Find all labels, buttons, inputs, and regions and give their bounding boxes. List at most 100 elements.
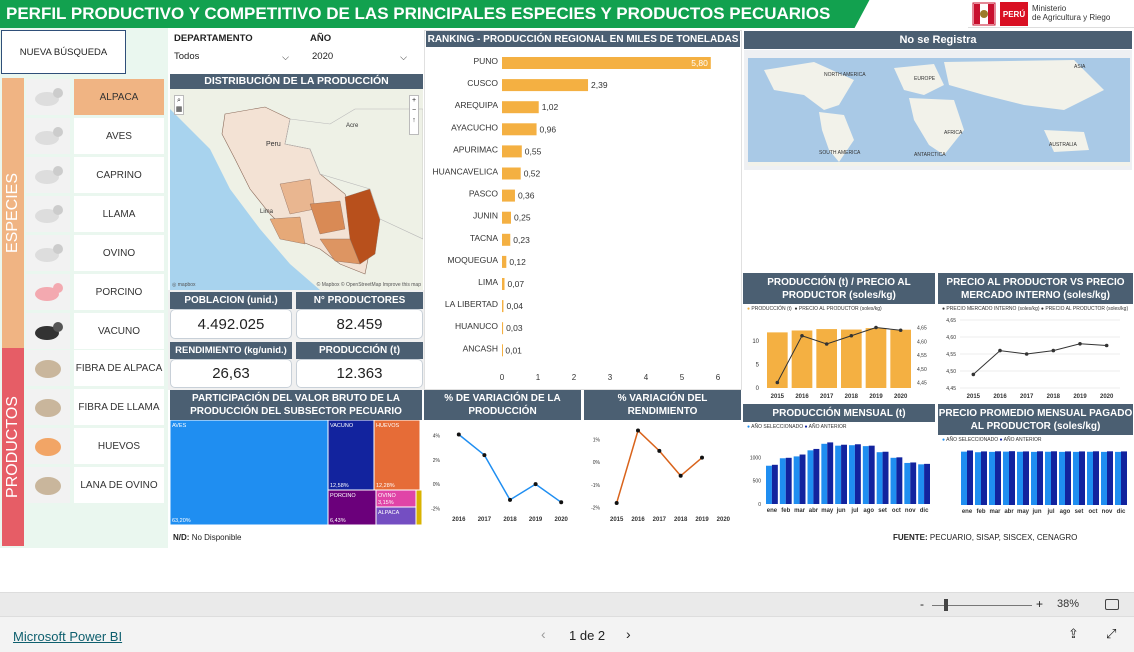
variation-point[interactable] bbox=[614, 500, 619, 505]
price-point[interactable] bbox=[824, 342, 829, 346]
species-image-alpaca[interactable] bbox=[26, 79, 70, 115]
species-image-ovino[interactable] bbox=[26, 235, 70, 271]
producer-price-point[interactable] bbox=[1024, 352, 1029, 356]
rank-bar[interactable] bbox=[502, 167, 521, 180]
month-bar[interactable] bbox=[918, 464, 925, 504]
map-attribution[interactable]: © Mapbox © OpenStreetMap Improve this ma… bbox=[317, 282, 421, 288]
species-image-aves[interactable] bbox=[26, 118, 70, 154]
powerbi-link[interactable]: Microsoft Power BI bbox=[13, 629, 122, 644]
variation-point[interactable] bbox=[559, 500, 564, 505]
month-bar[interactable] bbox=[1017, 451, 1023, 505]
month-bar[interactable] bbox=[813, 448, 820, 504]
month-bar[interactable] bbox=[1059, 451, 1065, 505]
month-bar[interactable] bbox=[1065, 451, 1071, 505]
producer-price-point[interactable] bbox=[971, 372, 976, 377]
species-button-vacuno[interactable]: VACUNO bbox=[74, 313, 164, 349]
price-vs-chart[interactable]: 4,45 4,50 4,55 4,60 4,65 2015 2016 2017 2018 2019… bbox=[938, 314, 1133, 402]
product-image-3[interactable] bbox=[26, 467, 70, 503]
treemap-cell[interactable] bbox=[327, 420, 375, 491]
month-bar[interactable] bbox=[1087, 451, 1093, 505]
dept-dropdown[interactable]: Todos ⌵ bbox=[170, 47, 295, 67]
species-image-vacuno[interactable] bbox=[26, 313, 70, 349]
zoom-controls[interactable]: + − ↑ bbox=[409, 95, 419, 135]
producer-price-point[interactable] bbox=[1078, 342, 1082, 346]
variation-point[interactable] bbox=[636, 428, 640, 433]
product-button-3[interactable]: LANA DE OVINO bbox=[74, 467, 164, 503]
month-bar[interactable] bbox=[779, 458, 786, 504]
rank-bar[interactable] bbox=[502, 145, 522, 158]
fit-page-icon[interactable] bbox=[1105, 599, 1119, 610]
month-bar[interactable] bbox=[1121, 451, 1127, 505]
product-button-1[interactable]: FIBRA DE LLAMA bbox=[74, 389, 164, 425]
month-bar[interactable] bbox=[1093, 451, 1099, 505]
month-bar[interactable] bbox=[849, 445, 855, 504]
month-bar[interactable] bbox=[862, 446, 869, 504]
rank-bar[interactable] bbox=[502, 255, 507, 268]
month-bar[interactable] bbox=[1115, 451, 1121, 505]
price-point[interactable] bbox=[874, 325, 878, 330]
zoom-slider-thumb[interactable] bbox=[944, 599, 948, 611]
zoom-out-button[interactable]: - bbox=[920, 597, 924, 611]
month-bar[interactable] bbox=[989, 451, 995, 505]
rank-bar[interactable] bbox=[502, 211, 511, 224]
treemap-cell[interactable] bbox=[170, 420, 329, 525]
rank-bar[interactable] bbox=[502, 278, 505, 290]
peru-map[interactable]: Peru Lima Acre ⌕ ▦ + − ↑ ◎ mapbox © Mapbox … bbox=[170, 89, 423, 290]
variation-point[interactable] bbox=[533, 482, 538, 487]
product-image-0[interactable] bbox=[26, 350, 70, 386]
variation-point[interactable] bbox=[482, 453, 487, 458]
rank-bar[interactable] bbox=[502, 189, 515, 202]
month-bar[interactable] bbox=[807, 450, 814, 504]
ranking-chart[interactable]: PUNO 5,80 CUSCO 2,39 AREQUIPA 1,02 AYACUCHO 0,9… bbox=[426, 48, 740, 386]
monthly-chart[interactable]: 0 500 1000 ene feb mar abr may jun jul ago set oct no… bbox=[743, 430, 935, 526]
species-image-porcino[interactable] bbox=[26, 274, 70, 310]
map-tools[interactable]: ⌕ ▦ bbox=[174, 95, 184, 115]
zoom-in-icon[interactable]: + bbox=[412, 97, 416, 104]
rank-bar[interactable] bbox=[502, 300, 504, 313]
month-bar[interactable] bbox=[882, 451, 889, 504]
variation-point[interactable] bbox=[508, 497, 512, 502]
prod-bar[interactable] bbox=[791, 330, 813, 388]
month-bar[interactable] bbox=[1023, 451, 1029, 505]
species-button-alpaca[interactable]: ALPACA bbox=[74, 79, 164, 115]
month-bar[interactable] bbox=[854, 444, 861, 504]
var-rend-chart[interactable]: 1% 0% -1% -2% 2015 2016 2017 2018 2019 2020 bbox=[584, 420, 741, 526]
zoom-in-button[interactable]: + bbox=[1036, 597, 1043, 611]
month-bar[interactable] bbox=[771, 464, 778, 504]
treemap-cell[interactable] bbox=[415, 489, 422, 525]
species-button-caprino[interactable]: CAPRINO bbox=[74, 157, 164, 193]
compass-icon[interactable]: ↑ bbox=[412, 117, 416, 124]
month-bar[interactable] bbox=[924, 463, 930, 504]
month-bar[interactable] bbox=[1045, 451, 1051, 505]
month-bar[interactable] bbox=[766, 465, 772, 504]
month-bar[interactable] bbox=[841, 444, 847, 504]
month-bar[interactable] bbox=[821, 443, 828, 504]
rank-bar[interactable] bbox=[502, 322, 504, 335]
rank-bar[interactable] bbox=[502, 57, 711, 69]
product-button-0[interactable]: FIBRA DE ALPACA bbox=[74, 350, 164, 386]
month-bar[interactable] bbox=[967, 450, 973, 505]
species-image-caprino[interactable] bbox=[26, 157, 70, 193]
price-point[interactable] bbox=[898, 328, 903, 333]
rank-bar[interactable] bbox=[502, 101, 539, 114]
month-bar[interactable] bbox=[904, 462, 911, 504]
month-bar[interactable] bbox=[1051, 451, 1057, 505]
month-bar[interactable] bbox=[1003, 451, 1009, 505]
species-button-aves[interactable]: AVES bbox=[74, 118, 164, 154]
product-button-2[interactable]: HUEVOS bbox=[74, 428, 164, 464]
species-button-ovino[interactable]: OVINO bbox=[74, 235, 164, 271]
prod-bar[interactable] bbox=[816, 329, 837, 388]
month-bar[interactable] bbox=[975, 452, 981, 505]
month-bar[interactable] bbox=[890, 457, 897, 504]
avgprice-chart[interactable]: ene feb mar abr may jun jul ago set oct nov dic bbox=[938, 443, 1133, 526]
prod-price-chart[interactable]: 2015 2016 2017 2018 2019 2020 0 5 10 4,45 4,50 4,55… bbox=[743, 314, 935, 402]
month-bar[interactable] bbox=[868, 445, 875, 504]
product-image-1[interactable] bbox=[26, 389, 70, 425]
month-bar[interactable] bbox=[961, 451, 967, 505]
fullscreen-icon[interactable]: ⤢ bbox=[1106, 626, 1116, 642]
rank-bar[interactable] bbox=[502, 123, 537, 136]
var-prod-chart[interactable]: 4% 2% 0% -2% 2016 2017 2018 2019 2020 bbox=[424, 420, 581, 526]
treemap-chart[interactable]: AVES 63,20% VACUNO 12,58% HUEVOS 12,28% PORCIN… bbox=[170, 420, 422, 525]
variation-point[interactable] bbox=[456, 432, 461, 437]
producer-price-point[interactable] bbox=[1051, 348, 1056, 353]
